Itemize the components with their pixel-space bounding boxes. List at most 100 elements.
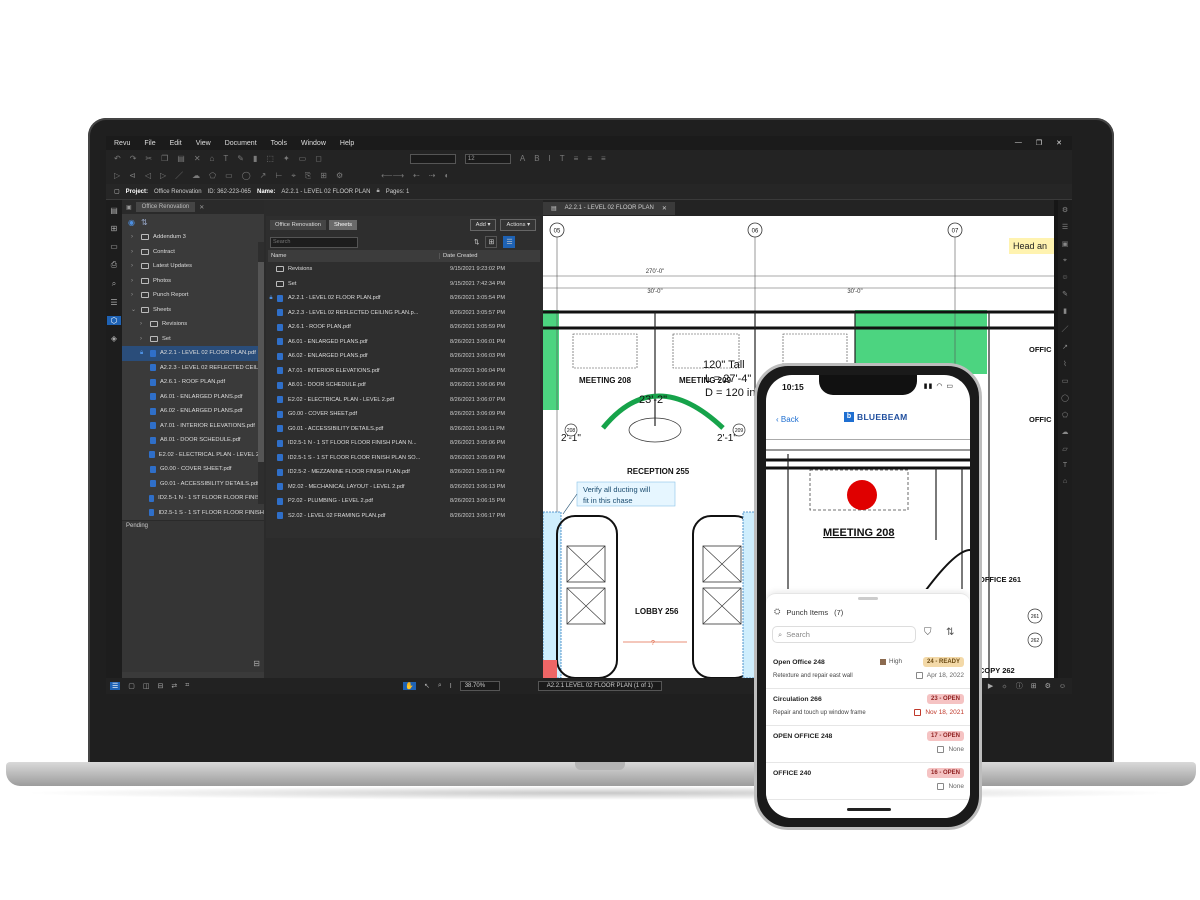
ellipse-tool-icon[interactable]: ◯ bbox=[1061, 394, 1069, 402]
project-files-icon[interactable]: ◉ bbox=[128, 218, 135, 227]
file-access-icon[interactable]: ▤ bbox=[110, 206, 118, 215]
file-row[interactable]: A7.01 - INTERIOR ELEVATIONS.pdf 8/26/2021… bbox=[266, 364, 540, 379]
split-vertical-icon[interactable]: ◫ bbox=[143, 682, 150, 690]
arrow-icon[interactable]: ↗ bbox=[260, 171, 267, 180]
font-size-select[interactable]: 12 bbox=[464, 153, 511, 164]
actions-button[interactable]: Actions ▾ bbox=[500, 219, 536, 231]
markup-icon[interactable]: ✦ bbox=[283, 154, 290, 163]
highlighter-icon[interactable]: ▮ bbox=[1063, 307, 1067, 315]
file-row[interactable]: 🔒︎ A2.2.1 - LEVEL 02 FLOOR PLAN.pdf 8/26/2… bbox=[266, 291, 540, 306]
file-row[interactable]: G0.01 - ACCESSIBILITY DETAILS.pdf 8/26/20… bbox=[266, 422, 540, 437]
filter-icon[interactable]: ⛉ bbox=[924, 627, 932, 638]
column-name[interactable]: Name bbox=[268, 253, 440, 259]
pan-tool-icon[interactable]: ✋ bbox=[403, 682, 416, 690]
play-icon[interactable]: ▷ bbox=[114, 171, 120, 180]
tool-chest-icon[interactable]: ▣ bbox=[1062, 240, 1069, 248]
snapshot-icon[interactable]: ⎘ bbox=[305, 171, 311, 181]
menu-file[interactable]: File bbox=[144, 140, 155, 147]
highlight-icon[interactable]: ▮ bbox=[253, 154, 257, 163]
zoom-tool-icon[interactable]: ⌕ bbox=[438, 682, 442, 690]
file-row[interactable]: Revisions 9/15/2021 9:23:02 PM bbox=[266, 262, 540, 277]
back-button[interactable]: ‹ Back bbox=[776, 415, 799, 424]
text-icon[interactable]: T bbox=[223, 154, 228, 163]
minimize-button[interactable]: — bbox=[1015, 139, 1022, 147]
split-horizontal-icon[interactable]: ⊟ bbox=[158, 682, 164, 690]
bookmarks-icon[interactable]: ▭ bbox=[110, 242, 118, 251]
image-icon[interactable]: ⊞ bbox=[320, 171, 327, 180]
file-row[interactable]: A8.01 - DOOR SCHEDULE.pdf 8/26/2021 3:06:… bbox=[266, 378, 540, 393]
page-indicator[interactable]: A2.2.1 LEVEL 02 FLOOR PLAN (1 of 1) bbox=[537, 681, 662, 691]
collapse-panel-icon[interactable]: ⊟ bbox=[253, 659, 260, 668]
layers-icon[interactable]: ☰ bbox=[110, 298, 117, 307]
sync-icon[interactable]: ⇄ bbox=[171, 682, 177, 690]
file-row[interactable]: A2.2.3 - LEVEL 02 REFLECTED CEILING PLAN… bbox=[266, 306, 540, 321]
menu-window[interactable]: Window bbox=[301, 140, 326, 147]
file-row[interactable]: E2.02 - ELECTRICAL PLAN - LEVEL 2.pdf 8/2… bbox=[266, 393, 540, 408]
undo-icon[interactable]: ↶ bbox=[114, 154, 121, 163]
breadcrumb-office-renovation[interactable]: Office Renovation bbox=[270, 220, 326, 230]
zoom-level-input[interactable]: 38.70% bbox=[459, 681, 500, 691]
tree-item[interactable]: › Revisions bbox=[122, 317, 264, 332]
punch-item[interactable]: OPEN OFFICE 248 17 - OPEN None bbox=[766, 726, 970, 763]
measure-panel-icon[interactable]: ⌖ bbox=[1063, 257, 1067, 265]
font-color-icon[interactable]: A bbox=[520, 154, 525, 163]
font-family-select[interactable] bbox=[409, 153, 456, 164]
file-row[interactable]: ID2.5-1 S - 1 ST FLOOR FLOOR FINISH PLAN… bbox=[266, 451, 540, 466]
tree-item[interactable]: A6.02 - ENLARGED PLANS.pdf bbox=[122, 404, 264, 419]
callout-tool-icon[interactable]: ▱ bbox=[1062, 445, 1067, 453]
polyline-icon[interactable]: ⌇ bbox=[1063, 360, 1066, 368]
align-right-icon[interactable]: ≡ bbox=[601, 154, 606, 163]
file-search-input[interactable] bbox=[270, 236, 358, 248]
brightness-icon[interactable]: ☼ bbox=[1001, 683, 1007, 690]
select-icon[interactable]: ⬚ bbox=[266, 154, 274, 163]
italic-icon[interactable]: I bbox=[549, 154, 551, 163]
file-row[interactable]: M2.02 - MECHANICAL LAYOUT - LEVEL 2.pdf 8… bbox=[266, 480, 540, 495]
tree-item[interactable]: A7.01 - INTERIOR ELEVATIONS.pdf bbox=[122, 419, 264, 434]
crop-icon[interactable]: ⌗ bbox=[185, 682, 189, 690]
tree-item[interactable]: A2.6.1 - ROOF PLAN.pdf bbox=[122, 375, 264, 390]
rect-tool-icon[interactable]: ▭ bbox=[1062, 377, 1069, 385]
pen-icon[interactable]: ✎ bbox=[237, 154, 244, 163]
file-row[interactable]: ID2.5-2 - MEZZANINE FLOOR FINISH PLAN.pd… bbox=[266, 465, 540, 480]
sheet-grabber[interactable] bbox=[858, 597, 878, 600]
punch-search-field[interactable]: ⌕ Search bbox=[772, 626, 916, 643]
file-row[interactable]: ID2.5-1 N - 1 ST FLOOR FLOOR FINISH PLAN… bbox=[266, 436, 540, 451]
tree-item[interactable]: › Latest Updates bbox=[122, 259, 264, 274]
close-button[interactable]: ✕ bbox=[1056, 139, 1062, 147]
menu-view[interactable]: View bbox=[196, 140, 211, 147]
file-row[interactable]: A6.02 - ENLARGED PLANS.pdf 8/26/2021 3:06… bbox=[266, 349, 540, 364]
rectangle-icon[interactable]: ▭ bbox=[225, 171, 233, 180]
line-end-icon[interactable]: ⇢ bbox=[429, 171, 436, 180]
user-icon[interactable]: ☺ bbox=[1061, 274, 1068, 281]
chevron-icon[interactable]: › bbox=[131, 292, 137, 298]
add-button[interactable]: Add ▾ bbox=[469, 219, 497, 231]
tree-item[interactable]: ID2.5-1 S - 1 ST FLOOR FLOOR FINISH bbox=[122, 506, 264, 521]
select-tool-icon[interactable]: ↖ bbox=[424, 682, 430, 690]
menu-tools[interactable]: Tools bbox=[271, 140, 287, 147]
sets-icon[interactable]: ◈ bbox=[111, 334, 117, 343]
cut-icon[interactable]: ✂ bbox=[145, 154, 152, 163]
tree-item[interactable]: E2.02 - ELECTRICAL PLAN - LEVEL 2.p bbox=[122, 448, 264, 463]
list-view-button[interactable]: ☰ bbox=[503, 236, 516, 248]
punch-item[interactable]: OFFICE 240 16 - OPEN None bbox=[766, 763, 970, 800]
print-icon[interactable]: ⎙ bbox=[111, 260, 117, 270]
tree-item[interactable]: › Photos bbox=[122, 274, 264, 289]
next-view-icon[interactable]: ▶ bbox=[988, 682, 993, 690]
close-tab-icon[interactable]: ✕ bbox=[199, 204, 204, 211]
redo-icon[interactable]: ↷ bbox=[130, 154, 137, 163]
polygon-icon[interactable]: ⬠ bbox=[209, 171, 216, 180]
cloud-tool-icon[interactable]: ☁ bbox=[1062, 428, 1069, 436]
sort-icon[interactable]: ⇅ bbox=[141, 218, 148, 227]
pen-tool-icon[interactable]: ✎ bbox=[1062, 290, 1068, 298]
line-weight-icon[interactable]: ⇠ bbox=[413, 171, 420, 180]
file-row[interactable]: P2.02 - PLUMBING - LEVEL 2.pdf 8/26/2021 … bbox=[266, 494, 540, 509]
chevron-icon[interactable]: › bbox=[131, 234, 137, 240]
nav-prev-icon[interactable]: ◁ bbox=[145, 171, 151, 180]
markups-list-icon[interactable]: ☰ bbox=[1062, 223, 1068, 231]
opacity-icon[interactable]: ◐ bbox=[444, 171, 449, 180]
text-format-icon[interactable]: T bbox=[560, 154, 565, 163]
thumbnails-icon[interactable]: ⊞ bbox=[111, 224, 118, 233]
close-document-icon[interactable]: ✕ bbox=[662, 205, 667, 212]
properties-icon[interactable]: ⚙ bbox=[1062, 206, 1068, 214]
chevron-icon[interactable]: › bbox=[131, 263, 137, 269]
